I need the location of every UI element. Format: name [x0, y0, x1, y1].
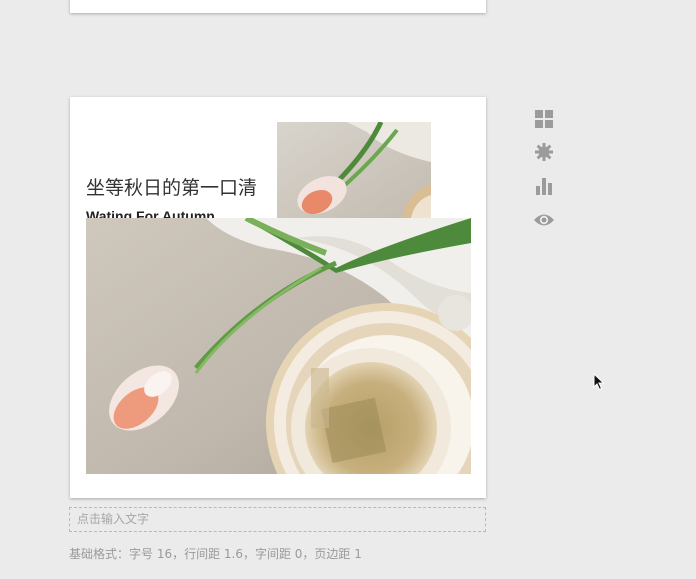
- large-photo[interactable]: [86, 218, 471, 474]
- format-hint: 基础格式：字号 16，行间距 1.6，字间距 0，页边距 1: [69, 547, 362, 561]
- mouse-cursor-icon: [593, 372, 605, 396]
- article-card[interactable]: 坐等秋日的第一口清 Wating For Autumn: [70, 97, 486, 498]
- small-photo[interactable]: [277, 122, 431, 218]
- gear-icon[interactable]: [533, 141, 555, 163]
- previous-card[interactable]: [70, 0, 486, 13]
- grid-icon[interactable]: [533, 108, 555, 130]
- bar-chart-icon[interactable]: [533, 175, 555, 197]
- article-title-cn[interactable]: 坐等秋日的第一口清: [86, 173, 257, 200]
- text-input-field[interactable]: 点击输入文字: [69, 507, 486, 532]
- eye-icon[interactable]: [533, 209, 555, 231]
